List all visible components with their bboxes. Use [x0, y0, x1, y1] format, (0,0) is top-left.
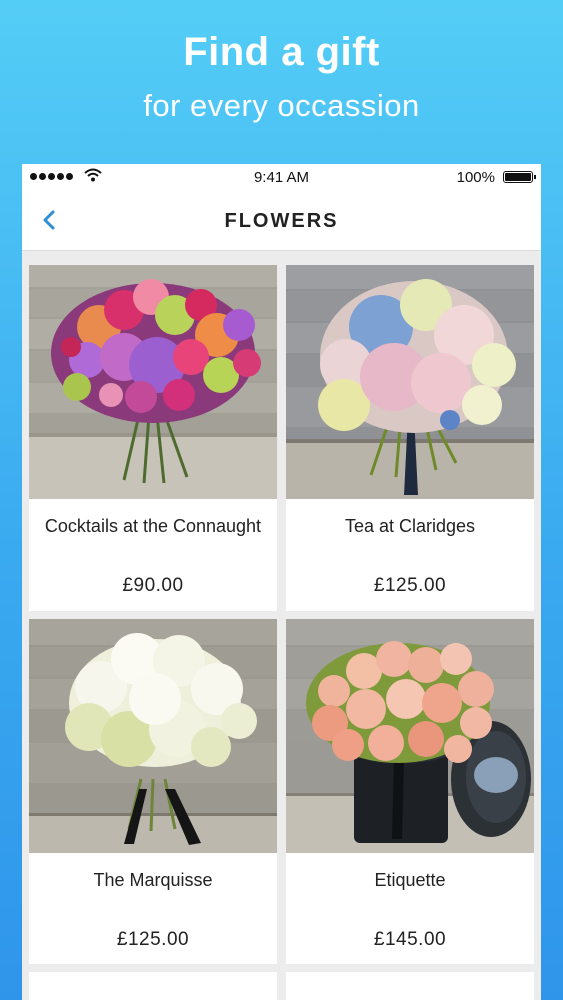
promo-subtitle: for every occassion — [143, 88, 420, 123]
product-image — [286, 265, 534, 499]
product-name: Tea at Claridges — [344, 516, 476, 536]
product-price: £125.00 — [116, 929, 190, 950]
phone-screen: 9:41 AM 100% FLOWERS Cocktails at the Co… — [22, 164, 541, 1000]
product-name: Etiquette — [374, 870, 446, 890]
product-image — [286, 619, 534, 853]
product-image — [29, 265, 277, 499]
product-image — [29, 619, 277, 853]
product-price: £125.00 — [373, 575, 447, 596]
product-card[interactable]: Cocktails at the Connaught £90.00 — [29, 265, 277, 611]
status-bar: 9:41 AM 100% — [22, 164, 541, 190]
battery-icon — [503, 171, 536, 183]
product-price: £90.00 — [122, 575, 184, 596]
product-price: £145.00 — [373, 929, 447, 950]
product-name: The Marquisse — [93, 870, 213, 890]
promo-title: Find a gift — [183, 30, 380, 74]
product-name: Cocktails at the Connaught — [44, 516, 262, 536]
battery-percentage: 100% — [456, 169, 495, 186]
product-card[interactable] — [29, 972, 277, 1000]
product-card[interactable]: Tea at Claridges £125.00 — [286, 265, 534, 611]
battery-level-fill — [505, 173, 531, 181]
page-title: FLOWERS — [224, 210, 339, 232]
product-card[interactable] — [286, 972, 534, 1000]
product-card[interactable]: The Marquisse £125.00 — [29, 619, 277, 964]
product-card[interactable]: Etiquette £145.00 — [286, 619, 534, 964]
navigation-bar: FLOWERS — [22, 190, 541, 251]
